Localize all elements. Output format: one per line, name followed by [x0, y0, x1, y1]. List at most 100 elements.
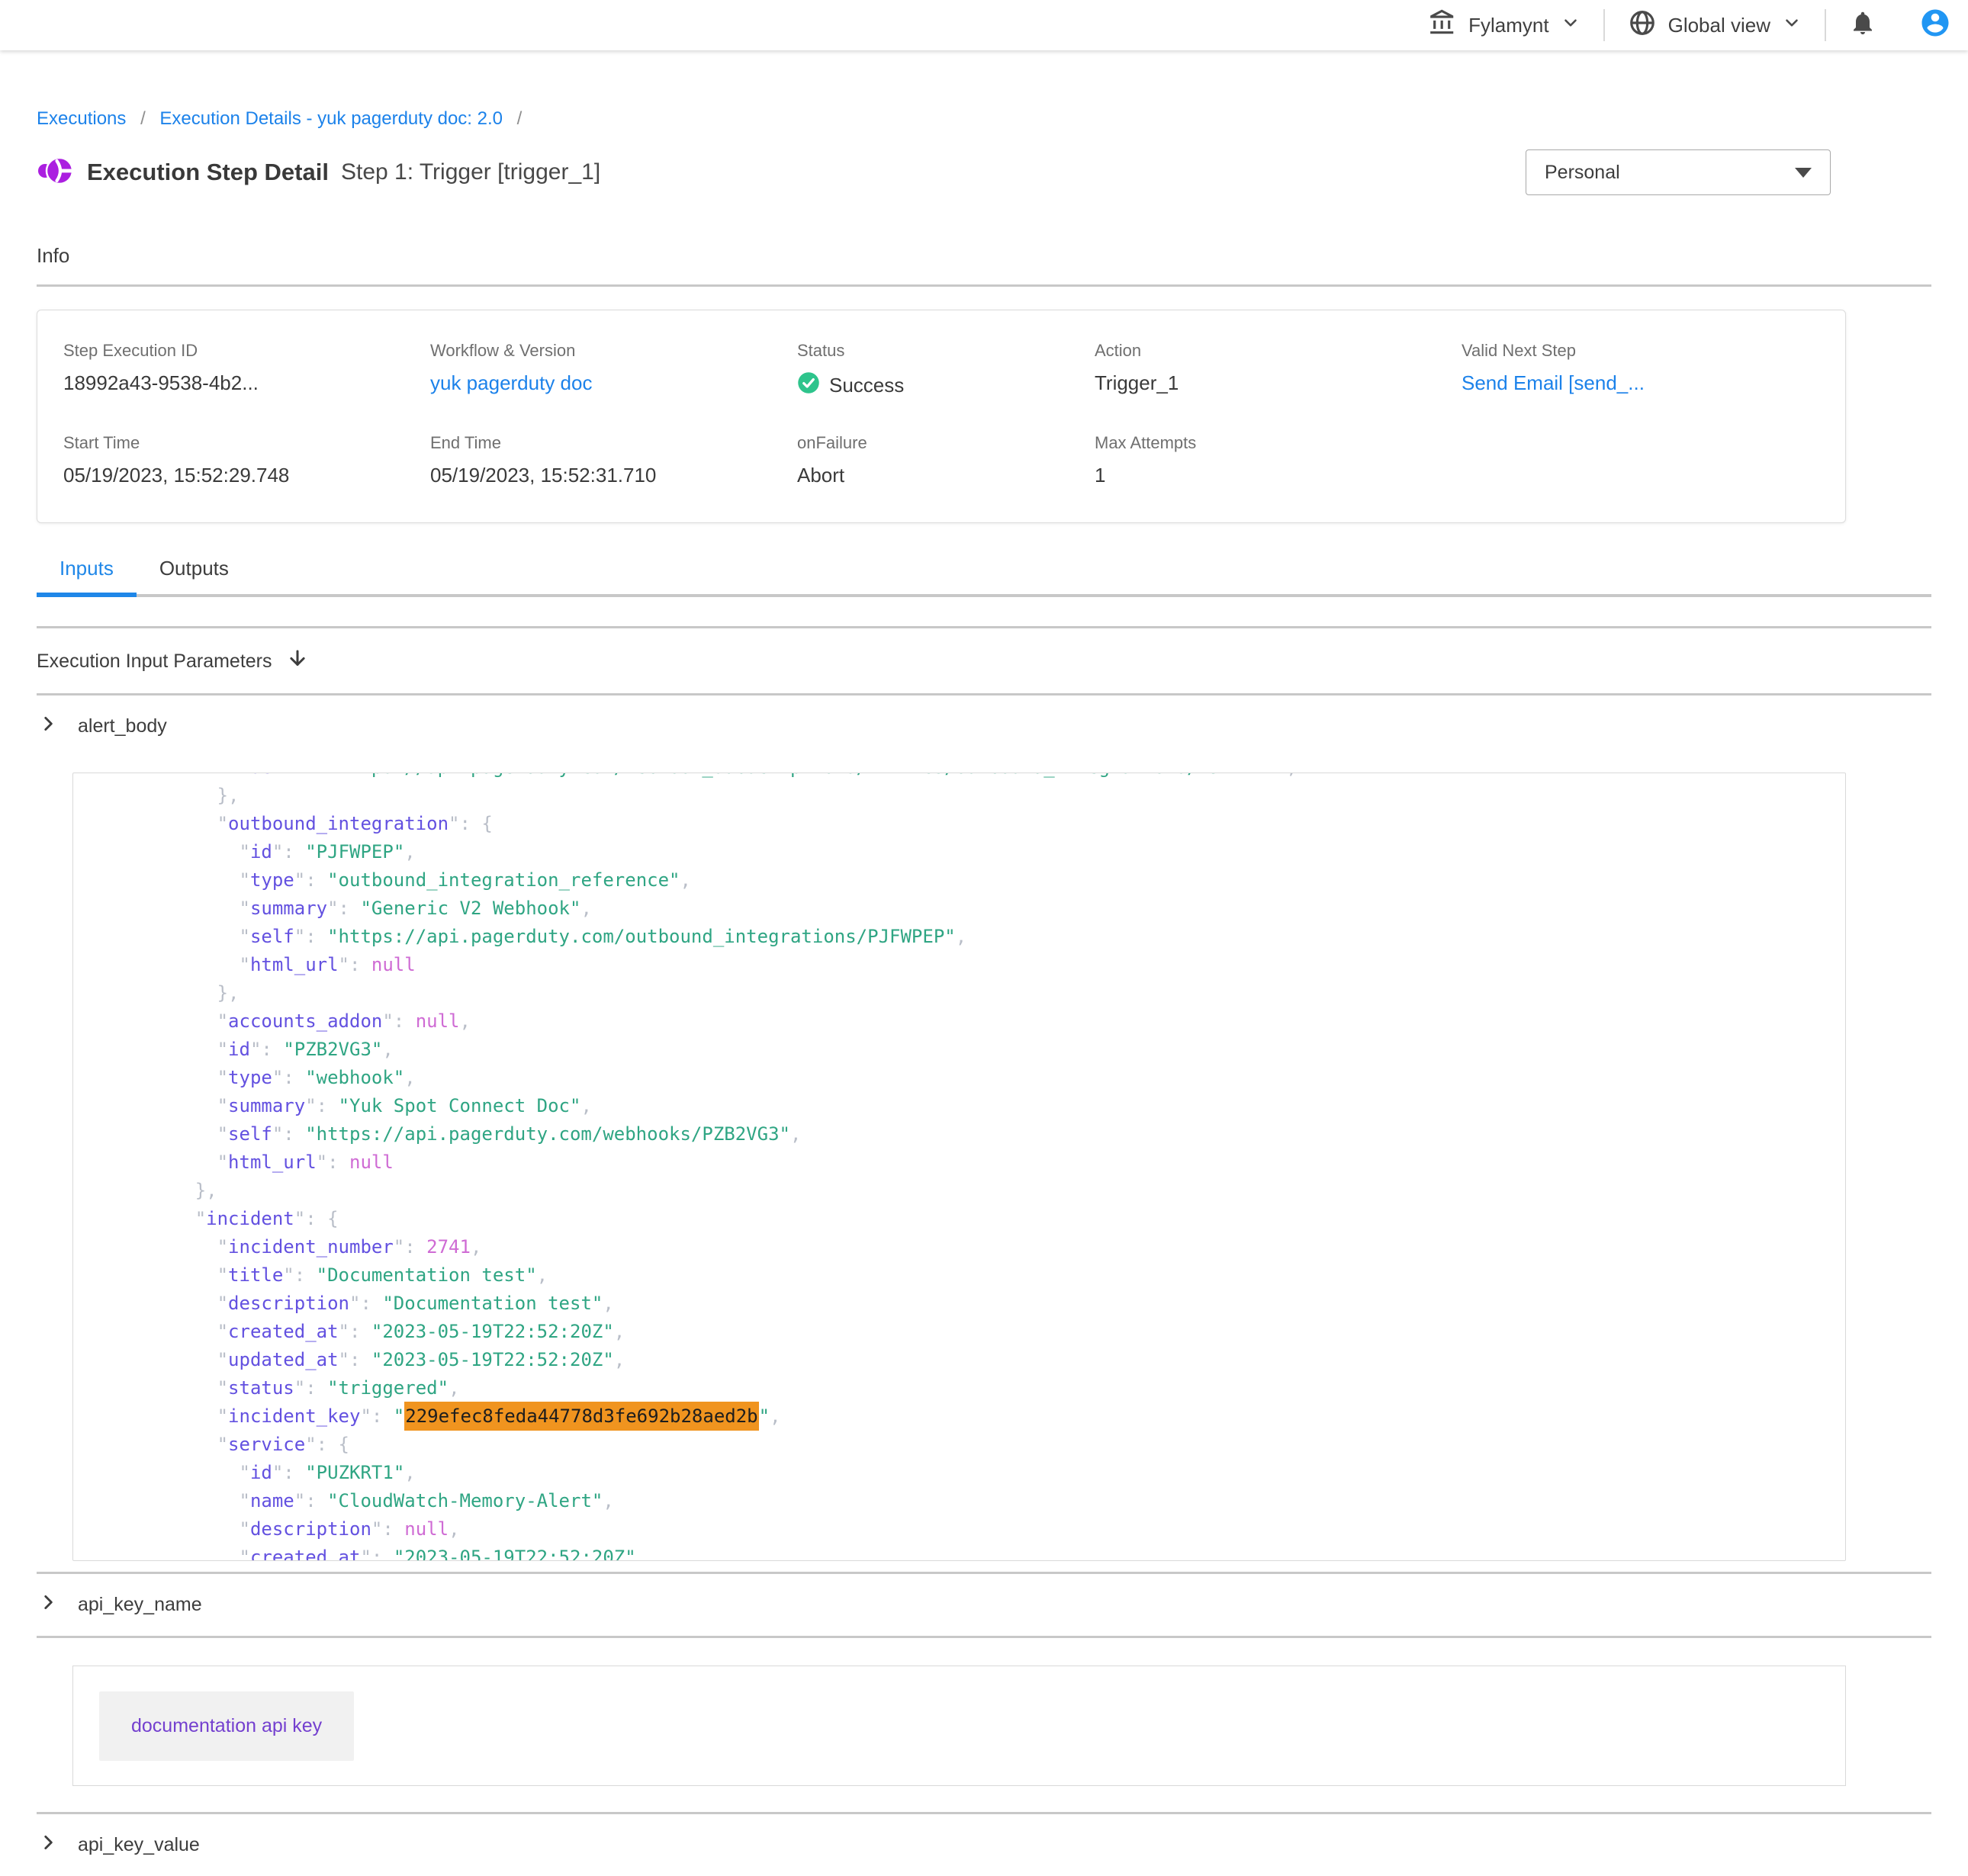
breadcrumb-link-execution-details[interactable]: Execution Details - yuk pagerduty doc: 2… [159, 108, 503, 129]
code-line: "description": null, [129, 1515, 1833, 1544]
notifications-button[interactable] [1849, 9, 1876, 42]
code-line: "type": "webhook", [129, 1064, 1833, 1092]
info-field-valid-next-step: Valid Next Step Send Email [send_... [1462, 341, 1819, 400]
api-key-chip: documentation api key [99, 1691, 354, 1761]
breadcrumb: Executions / Execution Details - yuk pag… [37, 108, 1931, 130]
code-line: "description": "Documentation test", [129, 1290, 1833, 1318]
code-line: "self": "https://api.pagerduty.com/webho… [129, 773, 1833, 782]
field-value: Success [797, 371, 1095, 400]
section-row-api-key-value[interactable]: api_key_value [37, 1814, 1931, 1876]
tab-inputs[interactable]: Inputs [37, 557, 137, 594]
code-line: "created_at": "2023-05-19T22:52:20Z", [129, 1318, 1833, 1346]
bell-icon [1849, 9, 1876, 42]
code-line: "incident_number": 2741, [129, 1233, 1833, 1261]
topbar-divider [1825, 9, 1826, 41]
title-row: Execution Step Detail Step 1: Trigger [t… [37, 149, 1931, 195]
globe-icon [1628, 8, 1657, 43]
section-row-api-key-name[interactable]: api_key_name [37, 1574, 1931, 1636]
avatar-icon [1919, 7, 1951, 44]
code-line: "status": "triggered", [129, 1374, 1833, 1402]
section-row-alert-body[interactable]: alert_body [37, 695, 1931, 757]
field-label: Action [1095, 341, 1462, 361]
chevron-down-icon [1782, 13, 1802, 38]
info-field-end-time: End Time05/19/2023, 15:52:31.710 [430, 433, 797, 487]
topbar-divider [1603, 9, 1605, 41]
code-line: "title": "Documentation test", [129, 1261, 1833, 1290]
section-label-alert-body: alert_body [78, 715, 167, 737]
bank-icon [1428, 8, 1457, 43]
info-field-max-attempts: Max Attempts 1 [1095, 433, 1462, 487]
api-key-name-box: documentation api key [72, 1666, 1846, 1786]
breadcrumb-separator: / [517, 108, 523, 129]
field-label: Status [797, 341, 1095, 361]
org-label: Fylamynt [1468, 14, 1548, 37]
org-switcher[interactable]: Fylamynt [1428, 8, 1580, 43]
tabs: InputsOutputs [37, 557, 1931, 597]
code-line: "summary": "Generic V2 Webhook", [129, 895, 1833, 923]
field-value: Trigger_1 [1095, 371, 1462, 395]
breadcrumb-link-executions[interactable]: Executions [37, 108, 126, 129]
field-value[interactable]: Send Email [send_... [1462, 371, 1819, 395]
field-value: 05/19/2023, 15:52:29.748 [63, 464, 430, 487]
code-line: "self": "https://api.pagerduty.com/outbo… [129, 923, 1833, 951]
code-line: "outbound_integration": { [129, 810, 1833, 838]
field-value: 1 [1095, 464, 1462, 487]
code-line: "id": "PJFWPEP", [129, 838, 1833, 866]
code-line: "updated_at": "2023-05-19T22:52:20Z", [129, 1346, 1833, 1374]
field-label: Start Time [63, 433, 430, 453]
topbar: Fylamynt Global view [0, 0, 1968, 50]
code-line: "id": "PZB2VG3", [129, 1036, 1833, 1064]
divider [37, 1636, 1931, 1638]
code-line: "type": "outbound_integration_reference"… [129, 866, 1833, 895]
code-line: "self": "https://api.pagerduty.com/webho… [129, 1120, 1833, 1148]
view-switcher[interactable]: Global view [1628, 8, 1802, 43]
code-line: "created_at": "2023-05-19T22:52:20Z", [129, 1544, 1833, 1561]
params-header-label: Execution Input Parameters [37, 650, 272, 673]
chevron-right-icon [38, 714, 58, 739]
code-line: "service": { [129, 1431, 1833, 1459]
scope-select[interactable]: Personal [1526, 149, 1831, 195]
code-block: "self": "https://api.pagerduty.com/webho… [73, 773, 1845, 1561]
view-label: Global view [1668, 14, 1770, 37]
page-title: Execution Step Detail [87, 159, 329, 186]
info-card: Step Execution ID 18992a43-9538-4b2...Wor… [37, 310, 1846, 523]
code-line: "name": "CloudWatch-Memory-Alert", [129, 1487, 1833, 1515]
code-line: "summary": "Yuk Spot Connect Doc", [129, 1092, 1833, 1120]
info-field-onfailure: onFailureAbort [797, 433, 1095, 487]
params-header: Execution Input Parameters [37, 628, 1931, 693]
code-line: "html_url": null [129, 1148, 1833, 1177]
status-text: Success [829, 374, 904, 397]
chevron-right-icon [38, 1592, 58, 1617]
field-value: 18992a43-9538-4b2... [63, 371, 430, 395]
tab-outputs[interactable]: Outputs [137, 557, 252, 594]
code-line: "incident": { [129, 1205, 1833, 1233]
success-check-icon [797, 371, 820, 400]
info-field-action: Action Trigger_1 [1095, 341, 1462, 400]
field-label: Valid Next Step [1462, 341, 1819, 361]
caret-down-icon [1795, 168, 1812, 178]
info-field-step-execution-id: Step Execution ID 18992a43-9538-4b2... [63, 341, 430, 400]
code-line: }, [129, 1177, 1833, 1205]
user-menu[interactable] [1919, 7, 1951, 44]
field-value: Abort [797, 464, 1095, 487]
field-label: End Time [430, 433, 797, 453]
chevron-right-icon [38, 1833, 58, 1858]
scope-select-value: Personal [1545, 162, 1620, 184]
field-value[interactable]: yuk pagerduty doc [430, 371, 797, 395]
info-grid: Step Execution ID 18992a43-9538-4b2...Wor… [63, 341, 1819, 487]
field-label: Max Attempts [1095, 433, 1462, 453]
code-line: }, [129, 979, 1833, 1007]
chevron-down-icon [1561, 13, 1581, 38]
workflow-logo-icon [37, 153, 73, 193]
search-highlight: 229efec8feda44778d3fe692b28aed2b [404, 1402, 758, 1431]
code-line: "incident_key": "229efec8feda44778d3fe69… [129, 1402, 1833, 1431]
info-heading: Info [37, 244, 1931, 268]
field-label: Step Execution ID [63, 341, 430, 361]
json-viewer[interactable]: "self": "https://api.pagerduty.com/webho… [72, 773, 1846, 1561]
info-field-start-time: Start Time 05/19/2023, 15:52:29.748 [63, 433, 430, 487]
download-arrow-icon[interactable] [286, 647, 309, 676]
section-label-api-key-value: api_key_value [78, 1834, 200, 1856]
code-line: "html_url": null [129, 951, 1833, 979]
field-label: Workflow & Version [430, 341, 797, 361]
info-field-status: Status Success [797, 341, 1095, 400]
